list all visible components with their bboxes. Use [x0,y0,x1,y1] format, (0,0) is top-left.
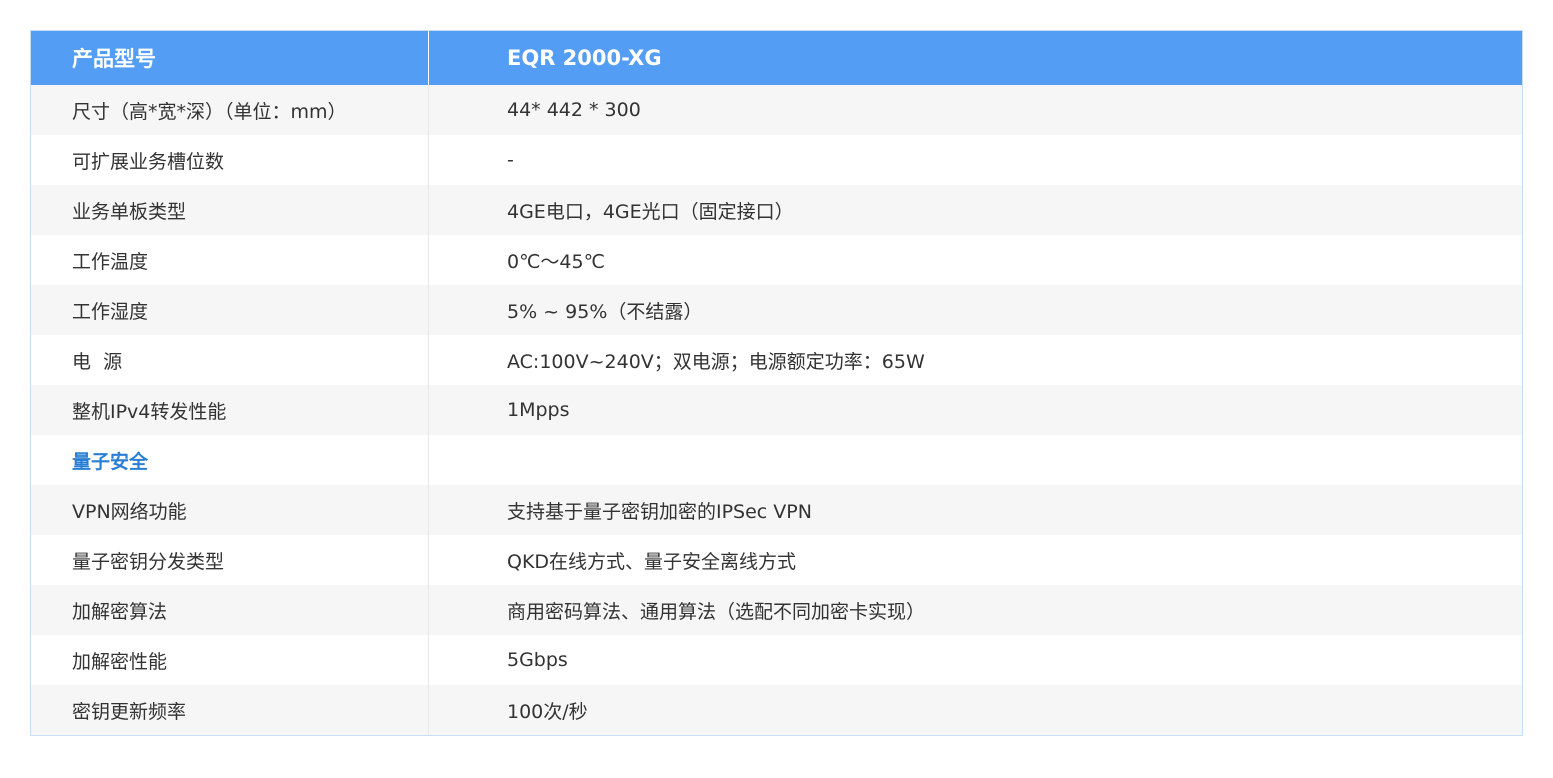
table-row: 尺寸（高*宽*深）（单位：mm） 44* 442 * 300 [31,85,1522,135]
row-label: 量子密钥分发类型 [31,535,429,585]
header-value: EQR 2000-XG [507,46,662,70]
row-label: 电 源 [31,335,429,385]
row-label: 工作温度 [31,235,429,285]
row-label: 加解密算法 [31,585,429,635]
row-value: 100次/秒 [507,700,588,723]
row-label: 业务单板类型 [31,185,429,235]
section-title: 量子安全 [31,435,429,485]
row-value: 支持基于量子密钥加密的IPSec VPN [507,500,812,523]
table-row: 加解密性能 5Gbps [31,635,1522,685]
row-label: 可扩展业务槽位数 [31,135,429,185]
table-header-row: 产品型号 EQR 2000-XG [31,31,1522,85]
row-value: 44* 442 * 300 [507,99,641,121]
table-row: 工作温度 0℃～45℃ [31,235,1522,285]
row-label: 整机IPv4转发性能 [31,385,429,435]
spec-table: 产品型号 EQR 2000-XG 尺寸（高*宽*深）（单位：mm） 44* 44… [30,30,1523,736]
table-row: 整机IPv4转发性能 1Mpps [31,385,1522,435]
row-value: QKD在线方式、量子安全离线方式 [507,550,797,573]
table-row: 可扩展业务槽位数 - [31,135,1522,185]
row-value: 5Gbps [507,649,568,671]
row-label: VPN网络功能 [31,485,429,535]
section-value [429,435,1522,485]
section-row-quantum-security: 量子安全 [31,435,1522,485]
header-label: 产品型号 [31,31,429,85]
row-value: 5% ~ 95%（不结露） [507,300,703,323]
table-row: 密钥更新频率 100次/秒 [31,685,1522,735]
table-row: 工作湿度 5% ~ 95%（不结露） [31,285,1522,335]
row-label: 密钥更新频率 [31,685,429,735]
table-row: 业务单板类型 4GE电口，4GE光口（固定接口） [31,185,1522,235]
table-row: VPN网络功能 支持基于量子密钥加密的IPSec VPN [31,485,1522,535]
table-row: 加解密算法 商用密码算法、通用算法（选配不同加密卡实现） [31,585,1522,635]
row-label: 加解密性能 [31,635,429,685]
row-value: - [507,149,514,171]
row-label: 工作湿度 [31,285,429,335]
row-value: 4GE电口，4GE光口（固定接口） [507,200,794,223]
row-value: 1Mpps [507,399,570,421]
row-value: 商用密码算法、通用算法（选配不同加密卡实现） [507,600,926,623]
table-row: 电 源 AC:100V~240V；双电源；电源额定功率：65W [31,335,1522,385]
row-value: 0℃～45℃ [507,250,605,273]
row-label: 尺寸（高*宽*深）（单位：mm） [31,85,429,135]
table-row: 量子密钥分发类型 QKD在线方式、量子安全离线方式 [31,535,1522,585]
row-value: AC:100V~240V；双电源；电源额定功率：65W [507,350,925,373]
